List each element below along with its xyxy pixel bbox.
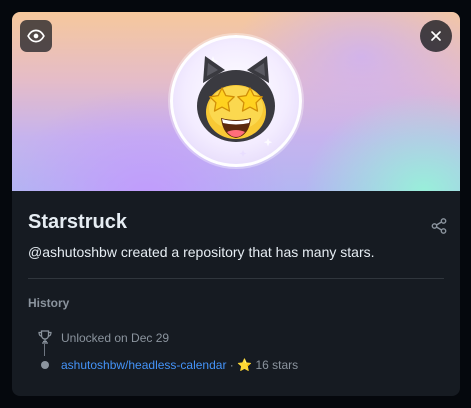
achievement-badge bbox=[170, 35, 302, 167]
timeline-connector bbox=[44, 344, 45, 356]
close-button[interactable] bbox=[420, 20, 452, 52]
divider bbox=[28, 278, 444, 279]
star-icon: ⭐ bbox=[237, 358, 253, 372]
eye-icon bbox=[27, 29, 45, 43]
timeline-dot bbox=[41, 361, 49, 369]
achievement-description: @ashutoshbw created a repository that ha… bbox=[28, 244, 375, 260]
share-icon bbox=[431, 218, 447, 234]
separator: · bbox=[229, 358, 234, 372]
star-eyed-cat-icon bbox=[197, 56, 275, 157]
history-repo-row: ashutoshbw/headless-calendar · ⭐ 16 star… bbox=[61, 358, 298, 372]
history-heading: History bbox=[28, 296, 70, 310]
visibility-button[interactable] bbox=[20, 20, 52, 52]
achievement-title: Starstruck bbox=[28, 211, 127, 233]
close-icon bbox=[431, 31, 441, 41]
achievement-dialog: Starstruck @ashutoshbw created a reposit… bbox=[12, 12, 460, 396]
share-button[interactable] bbox=[430, 217, 448, 235]
trophy-icon bbox=[37, 329, 53, 345]
unlocked-date: Unlocked on Dec 29 bbox=[61, 331, 170, 345]
repo-link[interactable]: ashutoshbw/headless-calendar bbox=[61, 358, 226, 372]
achievement-hero bbox=[12, 12, 460, 191]
star-count: 16 stars bbox=[255, 358, 299, 372]
